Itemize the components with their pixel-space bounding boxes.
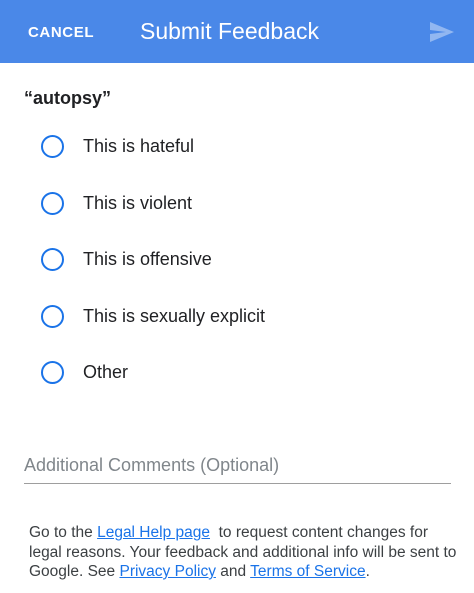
send-button[interactable] (428, 20, 456, 44)
radio-button[interactable] (41, 248, 64, 271)
option-offensive[interactable]: This is offensive (38, 243, 438, 277)
privacy-policy-link[interactable]: Privacy Policy (119, 563, 215, 580)
option-label: This is violent (83, 193, 193, 213)
radio-button[interactable] (41, 135, 64, 158)
legal-footer: Go to the Legal Help page to request con… (29, 523, 459, 582)
app-bar: CANCEL Submit Feedback (0, 0, 474, 63)
footer-text: . (365, 563, 370, 580)
comments-placeholder: Additional Comments (Optional) (24, 455, 280, 475)
option-label: This is hateful (83, 136, 195, 156)
option-sexually-explicit[interactable]: This is sexually explicit (38, 300, 438, 334)
footer-text: Go to the (29, 524, 98, 541)
option-hateful[interactable]: This is hateful (38, 130, 438, 164)
feedback-dialog: CANCEL Submit Feedback “autopsy” This is… (0, 0, 474, 593)
footer-text: and (215, 563, 251, 580)
option-label: Other (83, 362, 129, 382)
radio-button[interactable] (41, 305, 64, 328)
search-query-text: “autopsy” (24, 88, 112, 108)
option-label: This is sexually explicit (83, 306, 266, 326)
radio-button[interactable] (41, 361, 64, 384)
option-other[interactable]: Other (38, 356, 438, 390)
comments-input[interactable]: Additional Comments (Optional) (24, 449, 451, 484)
radio-button[interactable] (41, 192, 64, 215)
dialog-title: Submit Feedback (140, 18, 319, 44)
cancel-button[interactable]: CANCEL (28, 22, 94, 44)
option-violent[interactable]: This is violent (38, 187, 438, 221)
send-icon (430, 22, 454, 42)
legal-help-link[interactable]: Legal Help page (97, 524, 210, 541)
option-label: This is offensive (83, 249, 212, 269)
terms-of-service-link[interactable]: Terms of Service (250, 563, 365, 580)
